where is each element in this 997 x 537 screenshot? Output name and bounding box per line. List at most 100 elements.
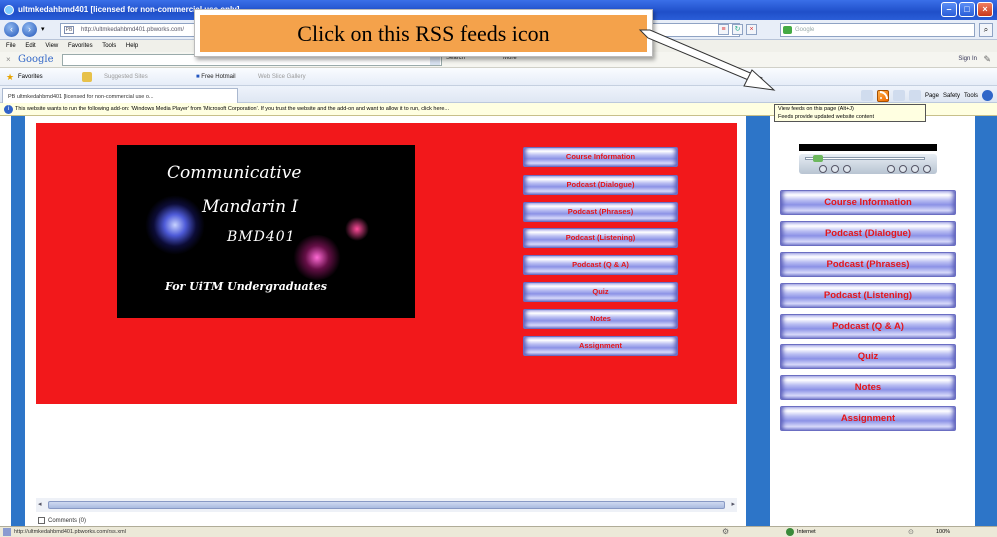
right-blue-bar <box>975 116 997 526</box>
logo-title-line-1: Communicative <box>167 163 302 183</box>
player-controls <box>799 154 937 174</box>
search-provider-icon <box>783 26 792 34</box>
horizontal-scrollbar[interactable]: ◂ ▸ <box>36 498 737 512</box>
zoom-level[interactable]: 100% <box>936 529 950 535</box>
menu-view[interactable]: View <box>45 43 58 49</box>
comments-toggle[interactable]: Comments (0) <box>38 517 86 524</box>
google-logo: Google <box>18 54 54 65</box>
tab-current[interactable]: PB ultmkedahbmd401 [licensed for non-com… <box>2 88 238 103</box>
favorites-button[interactable]: Favorites <box>18 74 43 80</box>
free-hotmail-link[interactable]: ■ Free Hotmail <box>196 74 236 80</box>
information-bar-text: This website wants to run the following … <box>15 106 450 112</box>
help-icon[interactable] <box>982 90 993 101</box>
side-nav-course-information[interactable]: Course Information <box>780 190 956 215</box>
instruction-callout: Click on this RSS feeds icon <box>194 9 653 57</box>
web-slice-gallery-link[interactable]: Web Slice Gallery <box>258 74 306 80</box>
nav-notes[interactable]: Notes <box>523 309 678 329</box>
comments-checkbox-icon <box>38 517 45 524</box>
menu-favorites[interactable]: Favorites <box>68 43 93 49</box>
side-nav-notes[interactable]: Notes <box>780 375 956 400</box>
play-icon[interactable] <box>819 165 827 173</box>
command-bar: Page Safety Tools <box>860 89 993 102</box>
sparkle-graphic <box>145 195 205 255</box>
next-icon[interactable] <box>887 165 895 173</box>
side-nav-podcast-dialogue[interactable]: Podcast (Dialogue) <box>780 221 956 246</box>
menu-help[interactable]: Help <box>126 43 138 49</box>
close-toolbar-icon[interactable]: × <box>6 55 11 64</box>
stop-playback-icon[interactable] <box>831 165 839 173</box>
nav-podcast-phrases[interactable]: Podcast (Phrases) <box>523 202 678 222</box>
side-nav-quiz[interactable]: Quiz <box>780 344 956 369</box>
live-search-placeholder: Google <box>795 27 815 33</box>
google-sign-in[interactable]: Sign In <box>958 56 977 62</box>
menu-file[interactable]: File <box>6 43 16 49</box>
nav-podcast-dialogue[interactable]: Podcast (Dialogue) <box>523 175 678 195</box>
scroll-left-icon[interactable]: ◂ <box>38 500 42 508</box>
home-icon[interactable] <box>860 90 873 101</box>
nav-podcast-qa[interactable]: Podcast (Q & A) <box>523 255 678 275</box>
maximize-button[interactable]: □ <box>959 2 975 17</box>
side-nav-podcast-qa[interactable]: Podcast (Q & A) <box>780 314 956 339</box>
recent-pages-icon[interactable]: ▾ <box>41 25 45 33</box>
comments-label: Comments (0) <box>48 518 87 525</box>
minimize-button[interactable]: – <box>941 2 957 17</box>
menu-edit[interactable]: Edit <box>25 43 35 49</box>
logo-title-line-2: Mandarin I <box>202 197 299 217</box>
media-player[interactable] <box>799 144 937 176</box>
nav-podcast-listening[interactable]: Podcast (Listening) <box>523 228 678 248</box>
print-icon[interactable] <box>908 90 921 101</box>
live-search-input[interactable]: Google <box>780 23 975 37</box>
ie-icon <box>4 5 14 15</box>
player-screen <box>799 144 937 151</box>
volume-icon[interactable] <box>911 165 919 173</box>
page-menu[interactable]: Page <box>925 93 939 99</box>
scrollbar-thumb[interactable] <box>48 501 725 509</box>
add-favorite-icon[interactable] <box>82 72 92 82</box>
scroll-right-icon[interactable]: ▸ <box>731 500 735 508</box>
info-icon: i <box>4 105 13 114</box>
callout-arrow <box>638 29 776 91</box>
menu-tools[interactable]: Tools <box>102 43 116 49</box>
url-text: http://ultmkedahbmd401.pbworks.com/ <box>81 27 185 33</box>
safety-menu[interactable]: Safety <box>943 93 960 99</box>
page-favicon: PB <box>64 26 74 34</box>
course-logo: Communicative Mandarin I BMD401 For UiTM… <box>117 145 415 318</box>
nav-quiz[interactable]: Quiz <box>523 282 678 302</box>
favorites-star-icon[interactable]: ★ <box>6 72 14 83</box>
tools-menu[interactable]: Tools <box>964 93 978 99</box>
middle-blue-bar <box>746 116 770 526</box>
previous-icon[interactable] <box>843 165 851 173</box>
tooltip-line-2: Feeds provide updated website content <box>778 113 875 120</box>
seek-handle[interactable] <box>813 155 823 162</box>
status-url: http://ultmkedahbmd401.pbworks.com/rss.x… <box>14 529 126 535</box>
security-zone[interactable]: Internet <box>797 529 816 535</box>
status-bar: http://ultmkedahbmd401.pbworks.com/rss.x… <box>0 526 997 537</box>
nav-assignment[interactable]: Assignment <box>523 336 678 356</box>
security-icon: ⚙ <box>722 527 730 536</box>
tooltip-line-1: View feeds on this page (Alt+J) <box>778 106 854 112</box>
page-status-icon <box>3 528 11 536</box>
back-icon[interactable]: ‹ <box>4 22 19 37</box>
suggested-sites-link[interactable]: Suggested Sites <box>104 74 148 80</box>
protected-mode-icon[interactable]: ⊙ <box>908 528 914 536</box>
read-mail-icon[interactable] <box>892 90 905 101</box>
rss-feeds-icon[interactable] <box>876 89 889 102</box>
search-icon[interactable]: ⌕ <box>979 23 993 37</box>
callout-text: Click on this RSS feeds icon <box>200 15 647 52</box>
seek-bar[interactable] <box>805 157 925 160</box>
side-nav-podcast-phrases[interactable]: Podcast (Phrases) <box>780 252 956 277</box>
free-hotmail-label: Free Hotmail <box>201 74 236 80</box>
side-nav-assignment[interactable]: Assignment <box>780 406 956 431</box>
fullscreen-icon[interactable] <box>923 165 931 173</box>
left-blue-bar <box>11 116 25 526</box>
logo-course-code: BMD401 <box>227 229 296 245</box>
sparkle-graphic <box>292 235 342 280</box>
forward-icon[interactable]: › <box>22 22 37 37</box>
close-button[interactable]: × <box>977 2 993 17</box>
nav-course-information[interactable]: Course Information <box>523 147 678 167</box>
wrench-icon[interactable]: ✎ <box>983 54 991 65</box>
rss-tooltip: View feeds on this page (Alt+J) Feeds pr… <box>774 104 926 122</box>
favorites-bar: ★ Favorites Suggested Sites ■ Free Hotma… <box>0 68 997 86</box>
side-nav-podcast-listening[interactable]: Podcast (Listening) <box>780 283 956 308</box>
mute-icon[interactable] <box>899 165 907 173</box>
